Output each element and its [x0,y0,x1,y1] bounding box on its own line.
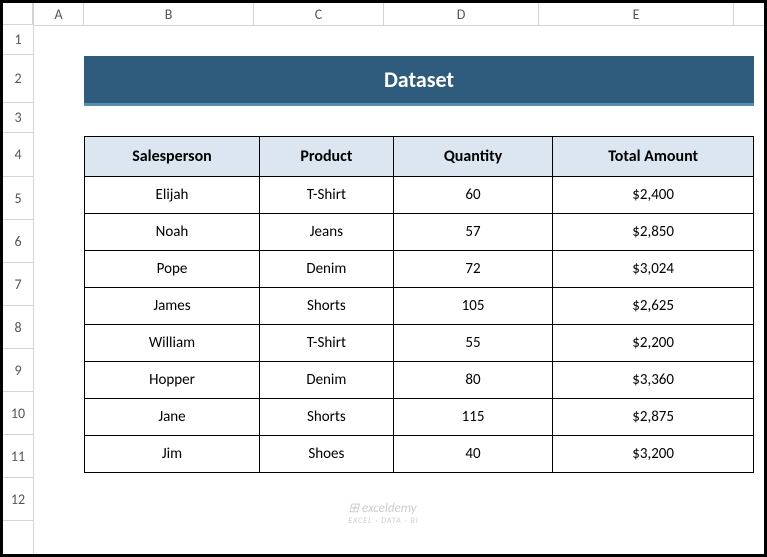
table-row: James Shorts 105 $2,625 [85,288,754,325]
table-header-row: Salesperson Product Quantity Total Amoun… [85,137,754,177]
col-header-A[interactable]: A [34,3,84,25]
main-grid: A B C D E Dataset [34,3,764,554]
cell-total[interactable]: $2,625 [553,288,754,325]
row-header-5[interactable]: 5 [3,177,33,220]
row-header-6[interactable]: 6 [3,220,33,263]
col-header-B[interactable]: B [84,3,254,25]
cell-salesperson[interactable]: Noah [85,214,260,251]
cell-quantity[interactable]: 55 [393,325,553,362]
cell-product[interactable]: Jeans [259,214,393,251]
row-header-11[interactable]: 11 [3,435,33,478]
cell-quantity[interactable]: 60 [393,177,553,214]
table-row: Hopper Denim 80 $3,360 [85,362,754,399]
header-product[interactable]: Product [259,137,393,177]
cell-salesperson[interactable]: Jim [85,436,260,473]
header-total[interactable]: Total Amount [553,137,754,177]
col-header-E[interactable]: E [539,3,734,25]
cell-quantity[interactable]: 57 [393,214,553,251]
table-row: Elijah T-Shirt 60 $2,400 [85,177,754,214]
cell-product[interactable]: Shoes [259,436,393,473]
row-header-3[interactable]: 3 [3,103,33,133]
cell-product[interactable]: Denim [259,362,393,399]
row-header-1[interactable]: 1 [3,25,33,55]
select-all-corner[interactable] [3,3,33,25]
spreadsheet: 1 2 3 4 5 6 7 8 9 10 11 12 A B C D E [3,3,764,554]
row-header-12[interactable]: 12 [3,478,33,521]
cell-salesperson[interactable]: Elijah [85,177,260,214]
cell-salesperson[interactable]: Pope [85,251,260,288]
cell-salesperson[interactable]: James [85,288,260,325]
cell-total[interactable]: $3,200 [553,436,754,473]
row-header-9[interactable]: 9 [3,349,33,392]
header-salesperson[interactable]: Salesperson [85,137,260,177]
cell-product[interactable]: Shorts [259,399,393,436]
cell-total[interactable]: $2,875 [553,399,754,436]
dataset-title: Dataset [84,56,754,106]
cell-product[interactable]: T-Shirt [259,325,393,362]
column-headers-row: A B C D E [34,3,764,26]
table-row: William T-Shirt 55 $2,200 [85,325,754,362]
row-header-2[interactable]: 2 [3,55,33,103]
row-header-8[interactable]: 8 [3,306,33,349]
cell-total[interactable]: $2,400 [553,177,754,214]
cell-total[interactable]: $2,200 [553,325,754,362]
header-quantity[interactable]: Quantity [393,137,553,177]
cell-salesperson[interactable]: William [85,325,260,362]
cell-salesperson[interactable]: Hopper [85,362,260,399]
cell-quantity[interactable]: 115 [393,399,553,436]
cell-quantity[interactable]: 80 [393,362,553,399]
grid-body[interactable]: Dataset [34,26,764,554]
table-row: Noah Jeans 57 $2,850 [85,214,754,251]
col-header-C[interactable]: C [254,3,384,25]
cell-product[interactable]: Denim [259,251,393,288]
cell-total[interactable]: $2,850 [553,214,754,251]
cell-quantity[interactable]: 105 [393,288,553,325]
row-headers-column: 1 2 3 4 5 6 7 8 9 10 11 12 [3,3,34,554]
cell-total[interactable]: $3,024 [553,251,754,288]
table-row: Jim Shoes 40 $3,200 [85,436,754,473]
data-table: Salesperson Product Quantity Total Amoun… [84,136,754,473]
cell-product[interactable]: T-Shirt [259,177,393,214]
row-header-7[interactable]: 7 [3,263,33,306]
row-header-4[interactable]: 4 [3,133,33,177]
col-header-D[interactable]: D [384,3,539,25]
cell-total[interactable]: $3,360 [553,362,754,399]
cell-quantity[interactable]: 72 [393,251,553,288]
cell-salesperson[interactable]: Jane [85,399,260,436]
table-row: Pope Denim 72 $3,024 [85,251,754,288]
cell-quantity[interactable]: 40 [393,436,553,473]
row-header-10[interactable]: 10 [3,392,33,435]
table-row: Jane Shorts 115 $2,875 [85,399,754,436]
cell-product[interactable]: Shorts [259,288,393,325]
